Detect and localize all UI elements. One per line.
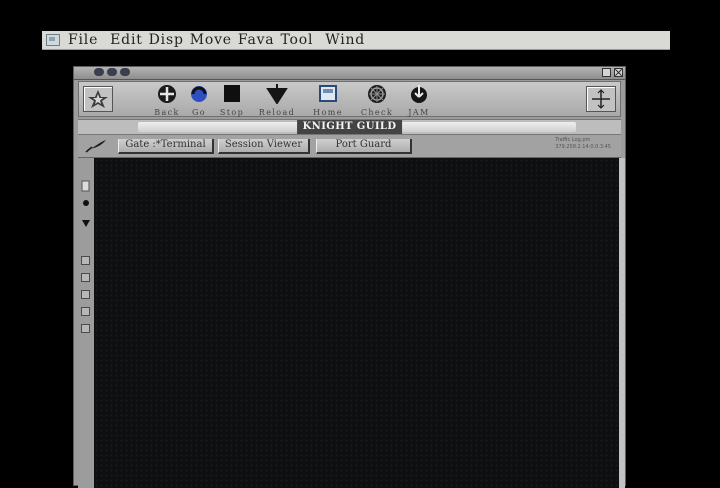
page-title: KNIGHT GUILD xyxy=(296,120,403,134)
browser-logo-button[interactable] xyxy=(83,86,113,112)
tab-bar: Gate :*Terminal Session Viewer Port Guar… xyxy=(78,135,621,158)
tab-session-viewer[interactable]: Session Viewer xyxy=(218,139,310,154)
tab-gate-terminal[interactable]: Gate :*Terminal xyxy=(118,139,214,154)
move-arrows-icon xyxy=(592,89,610,109)
gutter-checkbox-5[interactable] xyxy=(81,324,90,333)
gutter-checkbox-4[interactable] xyxy=(81,307,90,316)
check-label: Check xyxy=(360,108,394,117)
gutter-checkbox-3[interactable] xyxy=(81,290,90,299)
crest-icon xyxy=(88,90,108,108)
gutter-checkbox-1[interactable] xyxy=(81,256,90,265)
page-content[interactable] xyxy=(94,158,621,488)
stop-button[interactable]: Stop xyxy=(212,84,252,117)
close-button[interactable] xyxy=(614,68,623,77)
vertical-scrollbar[interactable] xyxy=(619,158,625,488)
reload-button[interactable]: Reload xyxy=(257,84,297,117)
side-gutter xyxy=(78,158,94,488)
minimize-button[interactable] xyxy=(602,68,611,77)
menu-move[interactable]: Move xyxy=(190,31,232,49)
stats-line-1: Traffic Log.pm xyxy=(555,137,591,143)
window-grip xyxy=(94,68,130,76)
window-title-bar[interactable] xyxy=(74,67,625,80)
home-button[interactable]: Home xyxy=(308,84,348,117)
connection-stats: Traffic Log.pm 379.258.2.14:0.0.3.45 xyxy=(555,137,611,151)
check-icon xyxy=(368,85,386,103)
reload-label: Reload xyxy=(258,108,296,117)
tab-port-guard[interactable]: Port Guard xyxy=(316,139,412,154)
menu-file[interactable]: File xyxy=(68,31,98,49)
location-bar[interactable]: KNIGHT GUILD xyxy=(78,119,621,135)
check-button[interactable]: Check xyxy=(357,84,397,117)
reload-icon xyxy=(266,84,288,105)
gutter-checkbox-2[interactable] xyxy=(81,273,90,282)
system-menu-icon[interactable] xyxy=(46,34,60,46)
expand-button[interactable] xyxy=(586,86,616,112)
back-icon xyxy=(158,85,176,103)
jam-button[interactable]: JAM xyxy=(399,84,439,117)
menu-edit[interactable]: Edit xyxy=(110,31,143,49)
jam-label: JAM xyxy=(408,108,430,117)
go-icon xyxy=(191,86,207,102)
bullet-icon[interactable] xyxy=(81,198,91,208)
menu-bar: File Edit Disp Move Fava Tool Wind xyxy=(42,31,670,50)
menu-tool[interactable]: Tool xyxy=(280,31,313,49)
menu-wind[interactable]: Wind xyxy=(325,31,365,49)
menu-disp[interactable]: Disp xyxy=(149,31,184,49)
quill-icon xyxy=(85,140,106,153)
jam-icon xyxy=(411,85,427,103)
navigation-toolbar: Back Go Stop Reload Home Check JAM xyxy=(78,81,621,117)
stop-label: Stop xyxy=(219,108,245,117)
menu-fava[interactable]: Fava xyxy=(238,31,275,49)
stats-line-2: 379.258.2.14:0.0.3.45 xyxy=(555,144,611,150)
home-label: Home xyxy=(313,108,343,117)
page-icon[interactable] xyxy=(81,180,91,192)
browser-window: Back Go Stop Reload Home Check JAM KNIGH… xyxy=(73,66,626,488)
arrow-down-icon[interactable] xyxy=(81,218,91,228)
stop-icon xyxy=(224,85,240,102)
home-icon xyxy=(319,85,337,102)
